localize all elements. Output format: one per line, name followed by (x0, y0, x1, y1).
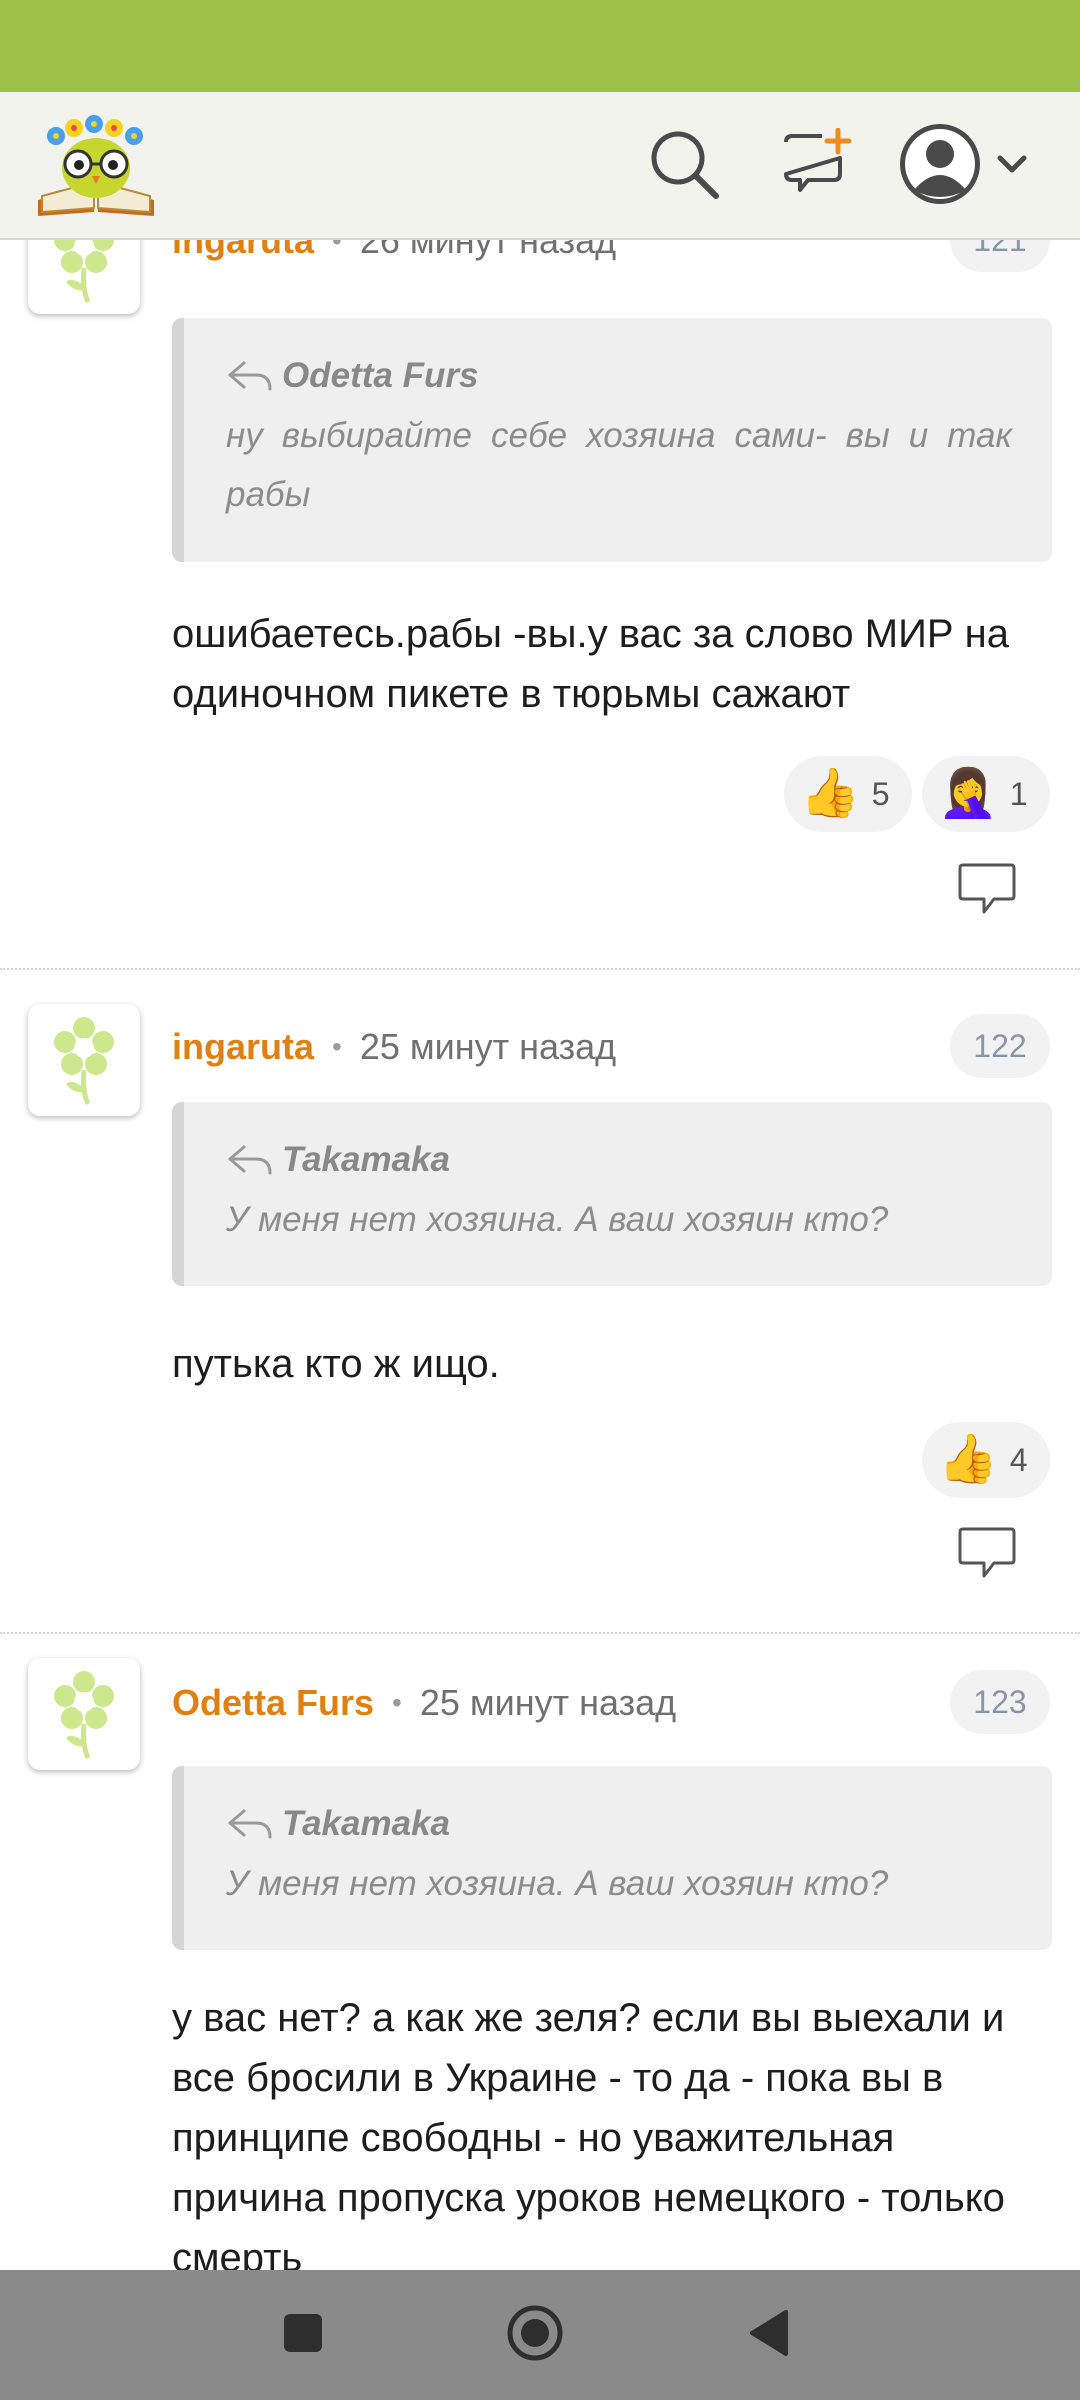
comment-body: путька кто ж ищо. (172, 1342, 500, 1386)
system-nav-bar (0, 2270, 1080, 2400)
avatar-icon (900, 124, 1027, 204)
quote-author: Odetta Furs (226, 352, 1012, 400)
comments-feed[interactable]: ingaruta • 26 минут назад 121 Odetta Fur… (0, 240, 1080, 2270)
thumbs-up-icon: 👍 (938, 1433, 998, 1486)
comment-body: у вас нет? а как же зеля? если вы выехал… (172, 1996, 1005, 2270)
reply-arrow-icon (228, 1145, 272, 1175)
reply-comment-icon[interactable] (956, 862, 1018, 918)
recents-square-button[interactable] (282, 2312, 324, 2354)
quote-author-name: Takamaka (282, 1804, 450, 1843)
quote-block: Odetta Furs ну выбирайте себе хозяина са… (172, 318, 1052, 562)
reaction-count: 1 (1009, 775, 1028, 812)
quote-author: Takamaka (226, 1136, 1012, 1184)
comment-author[interactable]: ingaruta (172, 240, 314, 262)
quote-text: ну выбирайте себе хозяина сами- вы и так… (226, 416, 1012, 514)
quote-text: У меня нет хозяина. А ваш хозяин кто? (226, 1200, 889, 1239)
comment-time: 26 минут назад (359, 240, 617, 261)
comment-meta: Odetta Furs • 25 минут назад (172, 1678, 676, 1728)
reply-comment-icon[interactable] (956, 1526, 1018, 1582)
comment-time: 25 минут назад (419, 1682, 677, 1723)
new-post-icon[interactable] (780, 127, 852, 200)
quote-author: Takamaka (226, 1800, 1012, 1848)
comment-time: 25 минут назад (359, 1026, 617, 1067)
facepalm-icon: 🤦‍♀️ (938, 767, 998, 820)
quote-text: У меня нет хозяина. А ваш хозяин кто? (226, 1864, 889, 1903)
site-logo[interactable] (34, 112, 158, 222)
quote-author-name: Odetta Furs (282, 356, 479, 395)
comment-meta: ingaruta • 26 минут назад (172, 240, 616, 266)
quote-author-name: Takamaka (282, 1140, 450, 1179)
home-circle-button[interactable] (506, 2304, 564, 2362)
comment-number[interactable]: 122 (950, 1014, 1050, 1078)
app-header (0, 92, 1080, 240)
avatar[interactable] (28, 1658, 140, 1770)
comment-meta: ingaruta • 25 минут назад (172, 1022, 616, 1072)
comment-author[interactable]: ingaruta (172, 1026, 314, 1068)
comment-divider (0, 968, 1080, 970)
reply-arrow-icon (228, 1809, 272, 1839)
quote-block: Takamaka У меня нет хозяина. А ваш хозяи… (172, 1766, 1052, 1950)
comment-body: ошибаетесь.рабы -вы.у вас за слово МИР н… (172, 612, 1009, 716)
comment-number[interactable]: 123 (950, 1670, 1050, 1734)
avatar[interactable] (28, 240, 140, 314)
meta-separator: • (332, 240, 342, 256)
search-icon[interactable] (648, 128, 720, 200)
meta-separator: • (392, 1687, 402, 1718)
user-menu[interactable] (900, 120, 1040, 208)
avatar[interactable] (28, 1004, 140, 1116)
meta-separator: • (332, 1031, 342, 1062)
reply-arrow-icon (228, 361, 272, 391)
status-bar (0, 0, 1080, 92)
reaction-count: 4 (1009, 1441, 1028, 1478)
reaction-count: 5 (871, 775, 890, 812)
comment-number[interactable]: 121 (950, 240, 1050, 272)
reaction-facepalm[interactable]: 🤦‍♀️ 1 (922, 756, 1050, 832)
reaction-thumbs-up[interactable]: 👍 5 (784, 756, 912, 832)
thumbs-up-icon: 👍 (800, 767, 860, 820)
back-triangle-button[interactable] (746, 2308, 790, 2358)
reaction-thumbs-up[interactable]: 👍 4 (922, 1422, 1050, 1498)
quote-block: Takamaka У меня нет хозяина. А ваш хозяи… (172, 1102, 1052, 1286)
comment-author[interactable]: Odetta Furs (172, 1682, 374, 1724)
comment-divider (0, 1632, 1080, 1634)
